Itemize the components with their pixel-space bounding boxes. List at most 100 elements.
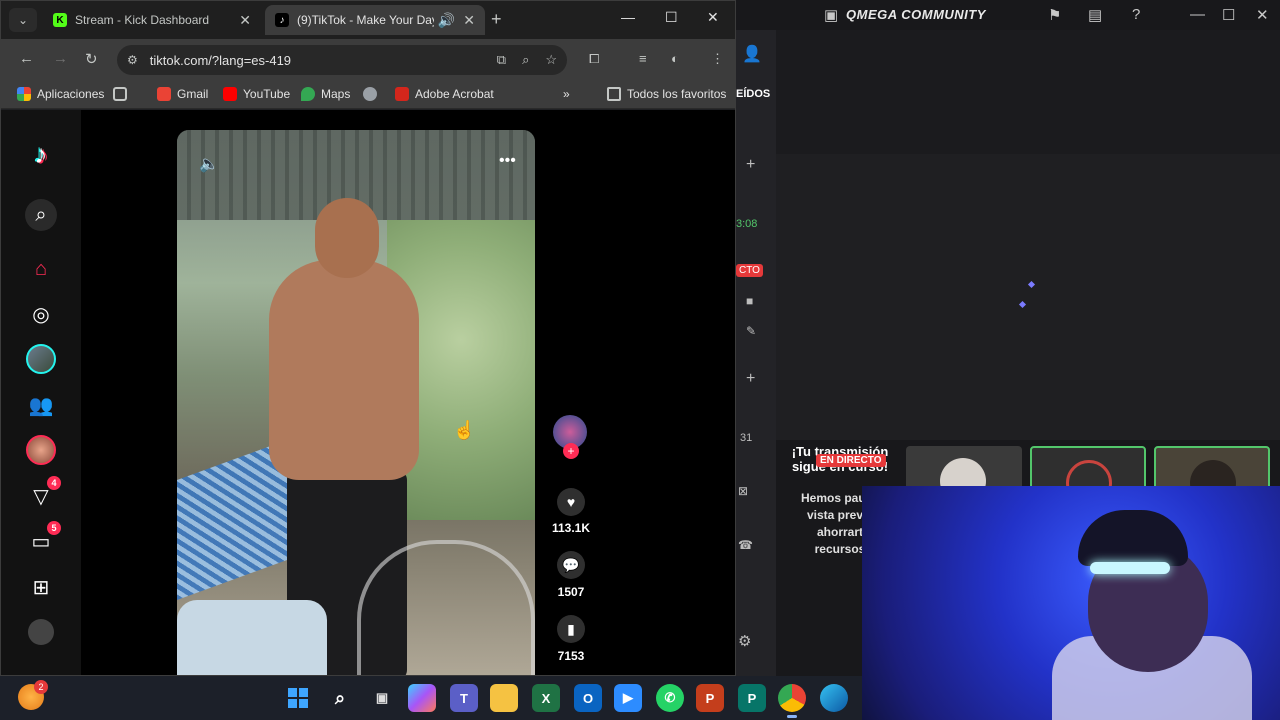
- add-icon[interactable]: +: [746, 370, 755, 388]
- menu-kebab-icon[interactable]: ⋮: [711, 51, 724, 67]
- inbox-tray-icon[interactable]: ▤: [1088, 6, 1102, 24]
- add-user-icon[interactable]: 👤: [742, 44, 762, 64]
- task-view-icon[interactable]: ▣: [368, 684, 396, 712]
- grid-icon: [113, 87, 127, 101]
- video-frame-person: [269, 260, 419, 480]
- windows-taskbar: 2 ⌕ ▣ T X O ▶ ✆ P P: [0, 676, 862, 720]
- zoom-icon[interactable]: ⌕: [522, 52, 529, 68]
- friends-icon[interactable]: 👥: [25, 389, 57, 421]
- speaker-icon[interactable]: 🔊: [438, 12, 455, 29]
- phone-icon[interactable]: ☎: [738, 538, 753, 552]
- search-icon[interactable]: ⌕: [25, 199, 57, 231]
- bookmark-adobe-acrobat[interactable]: Adobe Acrobat: [395, 87, 494, 101]
- community-logo-icon: ▣: [824, 7, 839, 24]
- live-badge: EN DIRECTO: [816, 454, 886, 467]
- tiktok-logo-icon[interactable]: ♪: [25, 138, 57, 170]
- upload-plus-icon[interactable]: ⊞: [25, 571, 57, 603]
- side-tab-label[interactable]: EÍDOS: [736, 88, 770, 100]
- address-bar[interactable]: ⚙ tiktok.com/?lang=es-419 ⧉ ⌕ ☆: [117, 45, 567, 75]
- bookmark-maps[interactable]: Maps: [301, 87, 350, 101]
- bookmark-icon[interactable]: ▮: [557, 615, 585, 643]
- chrome-icon[interactable]: [778, 684, 806, 718]
- like-heart-icon[interactable]: ♥: [557, 488, 585, 516]
- youtube-icon: [223, 87, 237, 101]
- home-icon[interactable]: ⌂: [25, 253, 57, 285]
- close-box-icon[interactable]: ⊠: [738, 484, 748, 498]
- volume-icon[interactable]: 🔈: [199, 154, 219, 174]
- forward-icon[interactable]: →: [53, 50, 68, 67]
- bookmark-globe[interactable]: [363, 87, 383, 101]
- close-tab-icon[interactable]: ✕: [463, 12, 475, 29]
- participant-thumbnail[interactable]: [1154, 446, 1270, 490]
- live-avatar[interactable]: [25, 434, 57, 466]
- close-window-button[interactable]: ✕: [1256, 6, 1269, 24]
- start-button[interactable]: [284, 684, 312, 712]
- participant-thumbnail[interactable]: [1030, 446, 1146, 490]
- whatsapp-icon[interactable]: ✆: [656, 684, 684, 712]
- tiktok-page: ♪ ⌕ ⌂ ◎ 👥 ▽ 4 ▭ 5 ⊞ 🔈 ••• + ♥ 113.1K 💬 1…: [1, 110, 735, 675]
- participant-thumbnail[interactable]: [906, 446, 1022, 490]
- edge-icon[interactable]: [820, 684, 848, 712]
- minimize-button[interactable]: —: [1190, 6, 1205, 23]
- profile-avatar[interactable]: [25, 616, 57, 648]
- bookmark-all-favorites[interactable]: Todos los favoritos: [607, 87, 726, 101]
- minimize-button[interactable]: —: [621, 9, 635, 25]
- help-icon[interactable]: ?: [1132, 6, 1140, 23]
- extensions-icon[interactable]: ⧠: [589, 51, 599, 67]
- bookmark-youtube[interactable]: YouTube: [223, 87, 290, 101]
- bookmark-grid[interactable]: [113, 87, 133, 101]
- following-avatar[interactable]: [25, 343, 57, 375]
- comment-count: 1507: [557, 585, 585, 599]
- more-bookmarks-chevron-icon[interactable]: »: [563, 87, 570, 101]
- new-tab-button[interactable]: +: [491, 9, 502, 30]
- maximize-button[interactable]: ☐: [665, 9, 678, 26]
- outlook-icon[interactable]: O: [574, 684, 602, 712]
- powerpoint-icon[interactable]: P: [696, 684, 724, 712]
- bookmark-star-icon[interactable]: ☆: [545, 52, 557, 68]
- inbox-icon[interactable]: ▭ 5: [25, 521, 61, 557]
- gmail-icon: [157, 87, 171, 101]
- settings-gear-icon[interactable]: ⚙: [738, 632, 751, 650]
- browser-toolbar: ← → ↻ ⚙ tiktok.com/?lang=es-419 ⧉ ⌕ ☆ ⧠ …: [1, 39, 735, 81]
- tab-tiktok[interactable]: ♪ (9)TikTok - Make Your Day 🔊 ✕: [265, 5, 485, 35]
- publisher-icon[interactable]: P: [738, 684, 766, 712]
- messages-icon[interactable]: ▽ 4: [25, 476, 61, 512]
- close-tab-icon[interactable]: ✕: [239, 12, 251, 29]
- video-player[interactable]: 🔈 •••: [177, 130, 535, 675]
- tab-search-button[interactable]: ⌄: [9, 8, 37, 32]
- maximize-button[interactable]: ☐: [1222, 6, 1235, 24]
- camera-icon[interactable]: ■: [746, 294, 753, 308]
- install-app-icon[interactable]: ⧉: [497, 52, 506, 68]
- more-options-icon[interactable]: •••: [499, 152, 516, 170]
- back-icon[interactable]: ←: [19, 50, 34, 67]
- bookmark-gmail[interactable]: Gmail: [157, 87, 208, 101]
- excel-icon[interactable]: X: [532, 684, 560, 712]
- timer-text: 3:08: [736, 218, 758, 230]
- tab-strip: ⌄ K Stream - Kick Dashboard ✕ ♪ (9)TikTo…: [1, 1, 735, 39]
- weather-badge: 2: [34, 680, 48, 694]
- follow-plus-icon[interactable]: +: [563, 443, 579, 459]
- save-count: 7153: [557, 649, 585, 663]
- site-info-icon[interactable]: ⚙: [127, 53, 138, 67]
- tiktok-sidebar: ♪ ⌕ ⌂ ◎ 👥 ▽ 4 ▭ 5 ⊞: [1, 110, 81, 675]
- search-icon[interactable]: ⌕: [326, 684, 354, 712]
- teams-icon[interactable]: T: [450, 684, 478, 712]
- bookmarks-bar: Aplicaciones Gmail YouTube Maps Adobe Ac…: [1, 81, 735, 109]
- video-frame-tablecloth: [177, 600, 327, 675]
- profile-avatar-icon[interactable]: ◐: [671, 51, 679, 66]
- zoom-icon[interactable]: ▶: [614, 684, 642, 712]
- add-icon[interactable]: +: [746, 156, 755, 174]
- file-explorer-icon[interactable]: [490, 684, 518, 712]
- stream-preview: [776, 30, 1280, 440]
- reload-icon[interactable]: ↻: [85, 50, 98, 68]
- flag-icon[interactable]: ⚑: [1048, 6, 1061, 24]
- weather-widget-icon[interactable]: 2: [18, 680, 48, 710]
- copilot-icon[interactable]: [408, 684, 436, 712]
- mic-off-icon[interactable]: ✎: [746, 324, 756, 338]
- bookmark-apps[interactable]: Aplicaciones: [17, 87, 104, 101]
- close-window-button[interactable]: ✕: [707, 9, 719, 26]
- comment-icon[interactable]: 💬: [557, 551, 585, 579]
- explore-compass-icon[interactable]: ◎: [25, 298, 57, 330]
- media-controls-icon[interactable]: ≡: [639, 51, 647, 66]
- tab-kick-dashboard[interactable]: K Stream - Kick Dashboard ✕: [43, 5, 261, 35]
